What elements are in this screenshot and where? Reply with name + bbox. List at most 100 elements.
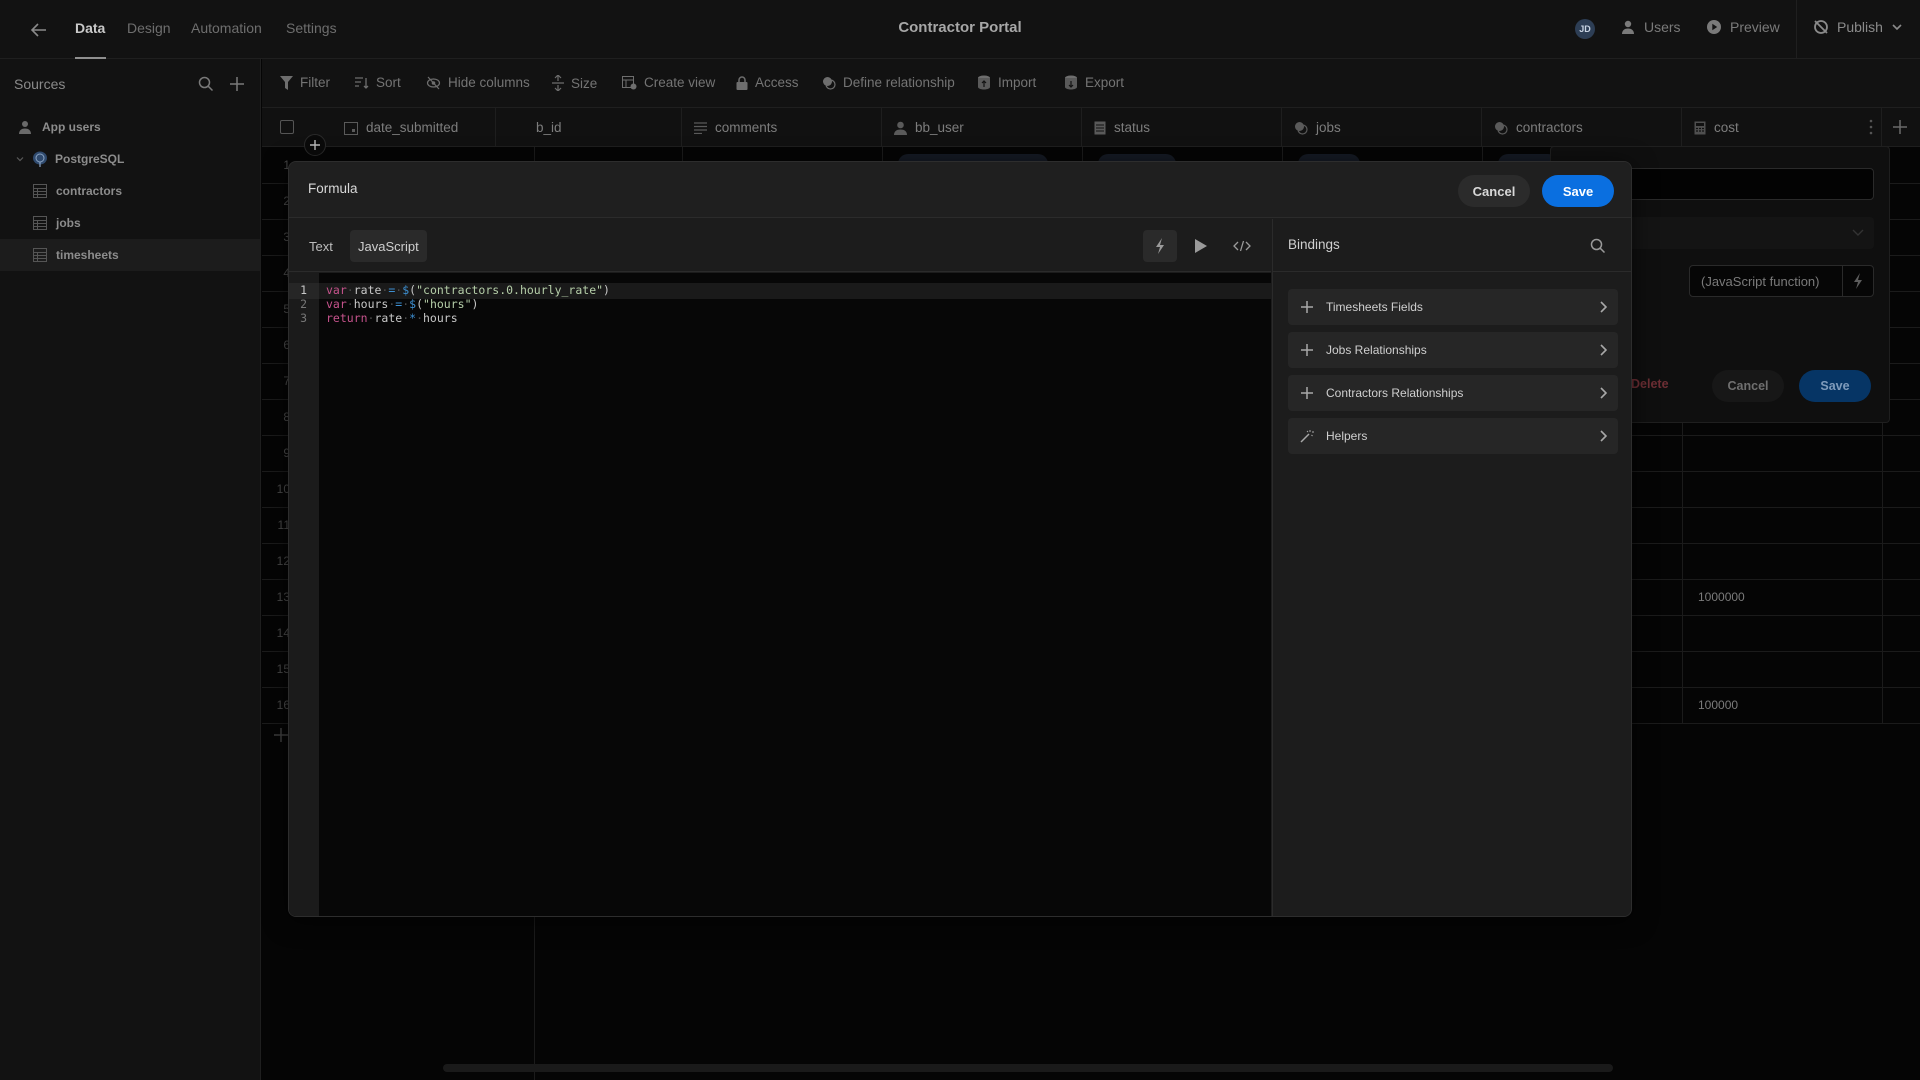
column-header-date-submitted[interactable]: date_submitted — [332, 108, 496, 147]
column-menu-icon[interactable] — [1869, 119, 1873, 135]
plus-icon — [1288, 344, 1326, 356]
back-arrow-icon[interactable] — [28, 19, 50, 41]
binding-group-timesheets-fields[interactable]: Timesheets Fields — [1288, 289, 1618, 325]
chevron-down-icon — [1892, 24, 1902, 31]
publish-label: Publish — [1837, 19, 1883, 35]
column-header-b-id[interactable]: b_id — [534, 108, 682, 147]
sidebar-item-label: App users — [42, 120, 101, 134]
column-header-contractors[interactable]: contractors — [1482, 108, 1682, 147]
import-label: Import — [998, 75, 1037, 90]
horizontal-scrollbar[interactable] — [443, 1064, 1613, 1072]
sidebar-item-jobs[interactable]: jobs — [0, 207, 260, 239]
formula-modal: Formula Cancel Save Text JavaScript 1 2 … — [288, 161, 1632, 917]
column-name-input[interactable] — [1591, 168, 1874, 200]
nav-tab-design[interactable]: Design — [127, 20, 171, 36]
table-icon — [33, 184, 47, 198]
sidebar-item-timesheets[interactable]: timesheets — [0, 239, 260, 271]
binding-group-label: Helpers — [1326, 429, 1368, 443]
search-icon[interactable] — [1589, 237, 1607, 255]
column-name: b_id — [536, 120, 562, 135]
bindings-panel: Bindings Timesheets Fields Jobs Relation… — [1272, 219, 1631, 916]
plus-icon — [310, 140, 320, 150]
lightning-bolt-icon[interactable] — [1143, 230, 1177, 262]
run-play-icon[interactable] — [1184, 230, 1218, 262]
filter-button[interactable]: Filter — [280, 75, 330, 90]
export-label: Export — [1085, 75, 1125, 90]
relationship-icon — [1495, 121, 1508, 135]
column-header-bb-user[interactable]: bb_user — [882, 108, 1082, 147]
tab-text[interactable]: Text — [301, 230, 341, 262]
delete-column-button[interactable]: Delete — [1631, 377, 1669, 391]
options-icon — [1094, 121, 1106, 134]
column-name: bb_user — [915, 120, 964, 135]
code-editor[interactable]: 1 2 3 var·rate·=·$("contractors.0.hourly… — [289, 273, 1271, 916]
row-number: 16 — [276, 698, 290, 712]
add-source-icon[interactable] — [228, 75, 246, 93]
nav-tab-settings[interactable]: Settings — [286, 20, 337, 36]
code-line[interactable]: return·rate·*·hours — [326, 311, 458, 325]
create-view-button[interactable]: Create view — [622, 75, 715, 90]
plus-icon — [1288, 301, 1326, 313]
define-relationship-label: Define relationship — [843, 75, 955, 90]
avatar[interactable]: JD — [1575, 19, 1595, 39]
sidebar-item-label: contractors — [56, 184, 123, 198]
formula-field[interactable]: (JavaScript function) — [1689, 265, 1874, 297]
line-number: 1 — [300, 283, 307, 297]
binding-group-contractors-relationships[interactable]: Contractors Relationships — [1288, 375, 1618, 411]
row-number: 11 — [277, 518, 290, 532]
search-icon[interactable] — [197, 75, 215, 93]
column-header-comments[interactable]: comments — [682, 108, 882, 147]
sources-title: Sources — [14, 76, 66, 92]
column-header-cost[interactable]: cost — [1682, 108, 1882, 147]
popover-save-button[interactable]: Save — [1799, 370, 1871, 402]
sort-button[interactable]: Sort — [355, 75, 401, 90]
binding-group-jobs-relationships[interactable]: Jobs Relationships — [1288, 332, 1618, 368]
access-button[interactable]: Access — [736, 75, 799, 90]
hide-columns-button[interactable]: Hide columns — [426, 75, 530, 90]
binding-group-label: Jobs Relationships — [1326, 343, 1427, 357]
export-button[interactable]: Export — [1064, 75, 1124, 90]
sidebar-item-label: PostgreSQL — [55, 152, 125, 166]
cancel-button[interactable]: Cancel — [1458, 175, 1530, 207]
nav-tab-automation[interactable]: Automation — [191, 20, 262, 36]
code-line[interactable]: var·rate·=·$("contractors.0.hourly_rate"… — [326, 283, 610, 297]
row-number: 14 — [276, 626, 290, 640]
modal-title: Formula — [308, 181, 358, 196]
cost-cell[interactable]: 100000 — [1698, 698, 1738, 712]
save-button[interactable]: Save — [1542, 175, 1614, 207]
users-icon — [1622, 20, 1634, 34]
code-line[interactable]: var·hours·=·$("hours") — [326, 297, 478, 311]
publish-button[interactable]: Publish — [1813, 19, 1903, 35]
tab-javascript[interactable]: JavaScript — [350, 230, 427, 262]
popover-cancel-button[interactable]: Cancel — [1712, 370, 1784, 402]
binding-group-helpers[interactable]: Helpers — [1288, 418, 1618, 454]
cost-cell[interactable]: 1000000 — [1698, 590, 1745, 604]
size-button[interactable]: Size — [552, 75, 597, 91]
column-type-select[interactable]: ula — [1591, 217, 1874, 249]
lock-icon — [736, 75, 748, 90]
column-header-jobs[interactable]: jobs — [1282, 108, 1482, 147]
chevron-down-icon — [1852, 229, 1864, 236]
add-row-floating-button[interactable] — [304, 134, 326, 156]
line-number-gutter — [289, 273, 319, 916]
preview-button[interactable]: Preview — [1706, 19, 1780, 35]
users-button[interactable]: Users — [1620, 19, 1681, 35]
add-row-icon[interactable] — [274, 728, 288, 742]
import-button[interactable]: Import — [977, 75, 1036, 90]
access-label: Access — [755, 75, 799, 90]
row-number: 6 — [283, 338, 290, 352]
define-relationship-button[interactable]: Define relationship — [822, 75, 955, 90]
sidebar-item-app-users[interactable]: App users — [0, 111, 260, 143]
lightning-bolt-icon[interactable] — [1842, 266, 1873, 296]
column-header-status[interactable]: status — [1082, 108, 1282, 147]
sidebar-item-postgresql[interactable]: PostgreSQL — [0, 143, 260, 175]
sort-label: Sort — [376, 75, 401, 90]
add-column-icon[interactable] — [1892, 119, 1908, 135]
table-icon — [33, 216, 47, 230]
code-icon[interactable] — [1225, 230, 1259, 262]
column-name: date_submitted — [366, 120, 459, 135]
select-all-checkbox[interactable] — [280, 120, 294, 134]
sidebar-item-contractors[interactable]: contractors — [0, 175, 260, 207]
nav-tab-data[interactable]: Data — [75, 20, 105, 36]
column-name: status — [1114, 120, 1151, 135]
